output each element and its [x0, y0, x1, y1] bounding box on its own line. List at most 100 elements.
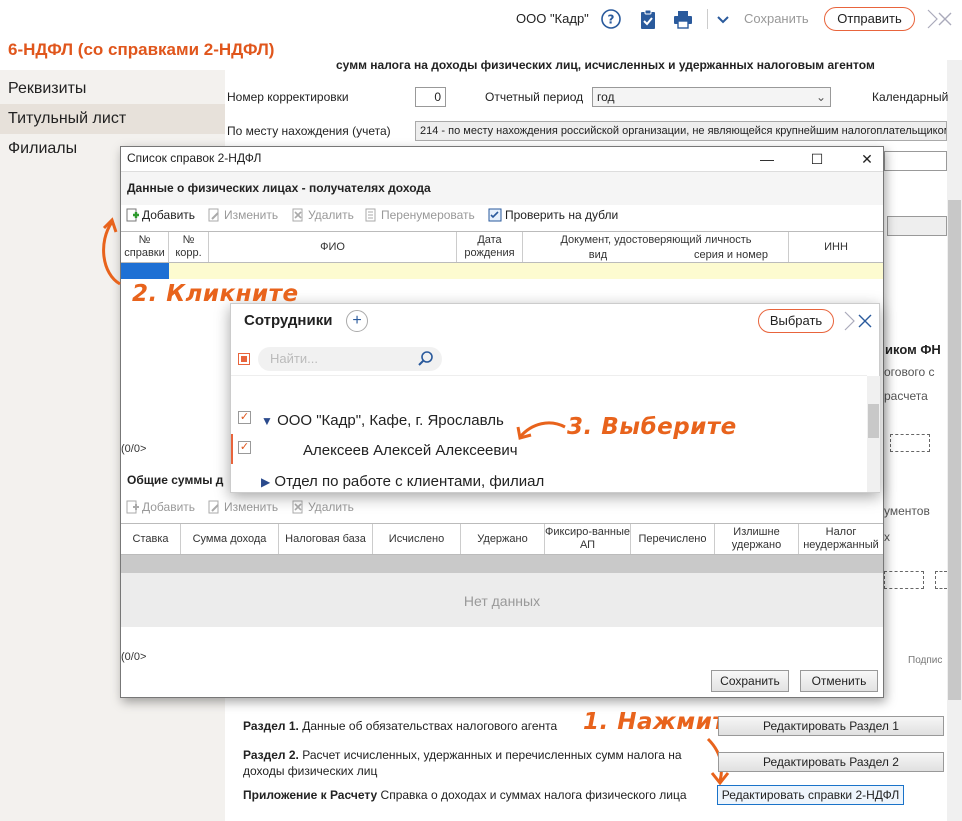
- print-icon[interactable]: [672, 8, 694, 30]
- correction-number-input[interactable]: 0: [415, 87, 446, 107]
- doc-field-partial-2[interactable]: [887, 216, 947, 236]
- col-transferred[interactable]: Перечислено: [631, 524, 715, 554]
- edit-section-1-button[interactable]: Редактировать Раздел 1: [718, 716, 944, 736]
- section-2-row: Раздел 2. Расчет исчисленных, удержанных…: [243, 747, 708, 779]
- section-recipients-title: Данные о физических лицах - получателях …: [127, 181, 431, 195]
- send-button[interactable]: Отправить: [824, 7, 915, 31]
- select-all-checkbox[interactable]: [238, 353, 250, 365]
- location-field[interactable]: 214 - по месту нахождения российской орг…: [415, 121, 947, 141]
- employee-checkbox[interactable]: ✓: [238, 441, 251, 454]
- new-row-highlight[interactable]: [121, 263, 883, 279]
- edit-icon: [207, 500, 221, 514]
- search-input[interactable]: Найти...: [258, 347, 442, 371]
- col-correction[interactable]: № корр.: [169, 232, 209, 262]
- doc-fragment: иком ФН: [885, 342, 941, 357]
- dialog-title: Список справок 2-НДФЛ: [127, 151, 262, 165]
- totals-delete-label: Удалить: [308, 500, 354, 514]
- dialog-save-button[interactable]: Сохранить: [711, 670, 789, 692]
- add-icon: [125, 500, 139, 514]
- delete-label: Удалить: [308, 208, 354, 222]
- sidebar-item-requisites[interactable]: Реквизиты: [0, 74, 225, 104]
- employees-title: Сотрудники: [244, 312, 333, 329]
- organization-name[interactable]: ООО "Кадр": [516, 11, 589, 26]
- delete-button[interactable]: Удалить: [291, 208, 354, 222]
- doc-fragment: Подпис: [908, 655, 943, 666]
- choose-button[interactable]: Выбрать: [758, 309, 834, 333]
- caret-down-icon: ▼: [261, 414, 273, 428]
- dialog-cancel-button[interactable]: Отменить: [800, 670, 878, 692]
- doc-dashed-field[interactable]: [884, 571, 924, 589]
- totals-add-button[interactable]: Добавить: [125, 500, 195, 514]
- col-doc-type[interactable]: вид: [523, 249, 673, 262]
- totals-add-label: Добавить: [142, 500, 196, 514]
- doc-fragment: ументов: [884, 504, 930, 518]
- col-identity-doc: Документ, удостоверяющий личность вид се…: [523, 232, 789, 262]
- close-icon[interactable]: [843, 310, 877, 332]
- maximize-icon[interactable]: ☐: [805, 149, 829, 169]
- scrollbar-thumb[interactable]: [948, 200, 961, 700]
- close-icon[interactable]: ✕: [855, 149, 879, 169]
- totals-edit-button[interactable]: Изменить: [207, 500, 278, 514]
- tree-node-organization[interactable]: ▼ ООО "Кадр", Кафе, г. Ярославль: [261, 412, 504, 429]
- edit-icon: [207, 208, 221, 222]
- col-fixed-advance[interactable]: Фиксиро-ванные АП: [545, 524, 631, 554]
- tree-node-department[interactable]: ▶ Отдел по работе с клиентами, филиал: [261, 473, 544, 490]
- search-icon[interactable]: [417, 350, 435, 371]
- arrow-annotation-3: [516, 421, 566, 440]
- help-icon[interactable]: ?: [600, 8, 622, 30]
- org-checkbox[interactable]: ✓: [238, 411, 251, 424]
- col-unwithheld[interactable]: Налог неудержанный: [799, 524, 883, 554]
- renumber-button[interactable]: Перенумеровать: [364, 208, 475, 222]
- grid1-counter: (0/0>: [121, 443, 147, 455]
- section-2-title: Раздел 2.: [243, 748, 299, 762]
- appendix-row: Приложение к Расчету Справка о доходах и…: [243, 787, 713, 803]
- section-1-title: Раздел 1.: [243, 719, 299, 733]
- col-fio[interactable]: ФИО: [209, 232, 457, 262]
- col-overwithheld[interactable]: Излишне удержано: [715, 524, 799, 554]
- col-calculated[interactable]: Исчислено: [373, 524, 461, 554]
- doc-dashed-field[interactable]: [935, 571, 947, 589]
- col-tax-base[interactable]: Налоговая база: [279, 524, 373, 554]
- edit-button[interactable]: Изменить: [207, 208, 278, 222]
- close-icon[interactable]: [926, 8, 956, 30]
- col-identity-doc-title: Документ, удостоверяющий личность: [560, 234, 752, 246]
- period-label: Отчетный период: [485, 90, 584, 104]
- col-income-sum[interactable]: Сумма дохода: [181, 524, 279, 554]
- col-withheld[interactable]: Удержано: [461, 524, 545, 554]
- sidebar-item-title-page[interactable]: Титульный лист: [0, 104, 225, 134]
- doc-field-partial[interactable]: [884, 151, 947, 171]
- add-label: Добавить: [142, 208, 196, 222]
- caret-right-icon: ▶: [261, 475, 271, 489]
- period-select[interactable]: год ⌄: [592, 87, 831, 107]
- employee-row[interactable]: Алексеев Алексей Алексеевич: [303, 442, 518, 459]
- doc-fragment: огового с: [884, 365, 935, 379]
- edit-2ndfl-certificates-button[interactable]: Редактировать справки 2-НДФЛ: [717, 785, 904, 805]
- add-button[interactable]: Добавить: [125, 208, 195, 222]
- save-button[interactable]: Сохранить: [744, 11, 809, 26]
- col-birth-date[interactable]: Дата рождения: [457, 232, 523, 262]
- calendar-label: Календарный: [872, 90, 949, 104]
- col-doc-series[interactable]: серия и номер: [673, 249, 789, 262]
- check-duplicates-button[interactable]: Проверить на дубли: [488, 208, 618, 222]
- selection-marker: [231, 434, 233, 464]
- top-bar: [0, 0, 962, 38]
- recipients-grid-header: № справки № корр. ФИО Дата рождения Доку…: [121, 231, 883, 263]
- checklist-icon[interactable]: [637, 8, 659, 30]
- edit-section-2-button[interactable]: Редактировать Раздел 2: [718, 752, 944, 772]
- delete-icon: [291, 208, 305, 222]
- add-employee-icon[interactable]: +: [346, 310, 368, 332]
- partial-check-mark: [241, 356, 247, 362]
- organization-label: ООО "Кадр", Кафе, г. Ярославль: [277, 412, 504, 429]
- minimize-icon[interactable]: —: [755, 149, 779, 169]
- employees-scroll-thumb[interactable]: [868, 404, 879, 438]
- section-1-text: Данные об обязательствах налогового аген…: [302, 719, 558, 733]
- divider: [231, 375, 867, 376]
- section-2-text: Расчет исчисленных, удержанных и перечис…: [243, 748, 682, 778]
- renumber-icon: [364, 208, 378, 222]
- col-rate[interactable]: Ставка: [121, 524, 181, 554]
- doc-dashed-field[interactable]: [890, 434, 930, 452]
- toolbar-divider: [707, 9, 708, 29]
- chevron-down-icon[interactable]: [712, 8, 734, 30]
- col-inn[interactable]: ИНН: [789, 232, 883, 262]
- totals-delete-button[interactable]: Удалить: [291, 500, 354, 514]
